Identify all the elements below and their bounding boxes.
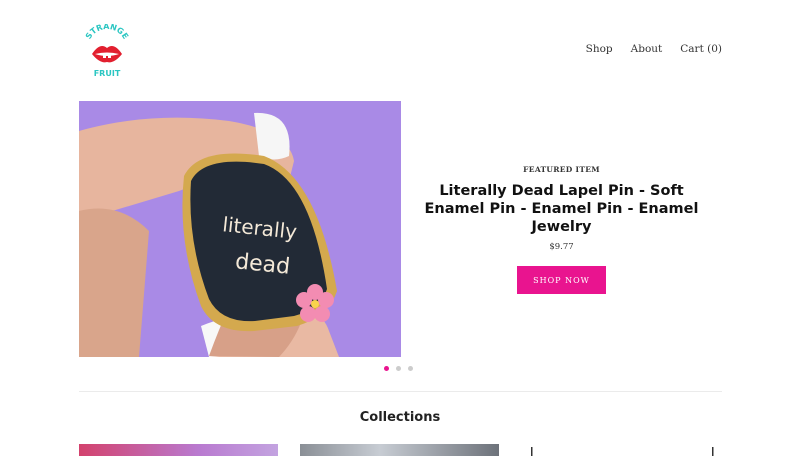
featured-product-image[interactable]: literally dead: [79, 101, 401, 357]
svg-text:STRANGE: STRANGE: [84, 24, 130, 41]
slider-dot-1[interactable]: [384, 366, 389, 371]
collection-thumbnail[interactable]: [300, 444, 499, 456]
shop-now-button[interactable]: SHOP NOW: [517, 266, 606, 294]
slider-dot-2[interactable]: [396, 366, 401, 371]
featured-product-title[interactable]: Literally Dead Lapel Pin - Soft Enamel P…: [421, 182, 702, 236]
collections-heading: Collections: [359, 410, 441, 425]
nav-cart-link[interactable]: Cart (0): [680, 43, 722, 55]
featured-eyebrow: FEATURED ITEM: [523, 165, 600, 174]
featured-price: $9.77: [549, 242, 574, 252]
featured-info-panel: FEATURED ITEM Literally Dead Lapel Pin -…: [401, 101, 722, 357]
slider-dots: [384, 366, 413, 371]
section-divider: [79, 391, 722, 392]
nav-shop-link[interactable]: Shop: [586, 43, 613, 55]
site-header: STRANGE FRUIT Shop About Cart (0): [0, 0, 800, 100]
collection-thumbnail[interactable]: [522, 444, 721, 456]
featured-slider: literally dead FEATURED ITEM Literally D…: [79, 101, 722, 357]
slider-dot-3[interactable]: [408, 366, 413, 371]
nav-about-link[interactable]: About: [631, 43, 663, 55]
strange-fruit-logo[interactable]: STRANGE FRUIT: [82, 22, 132, 80]
collection-thumbnail[interactable]: [79, 444, 278, 456]
main-nav: Shop About Cart (0): [586, 43, 722, 55]
logo-text-top: STRANGE: [84, 22, 130, 41]
logo-text-bottom: FRUIT: [94, 69, 121, 78]
